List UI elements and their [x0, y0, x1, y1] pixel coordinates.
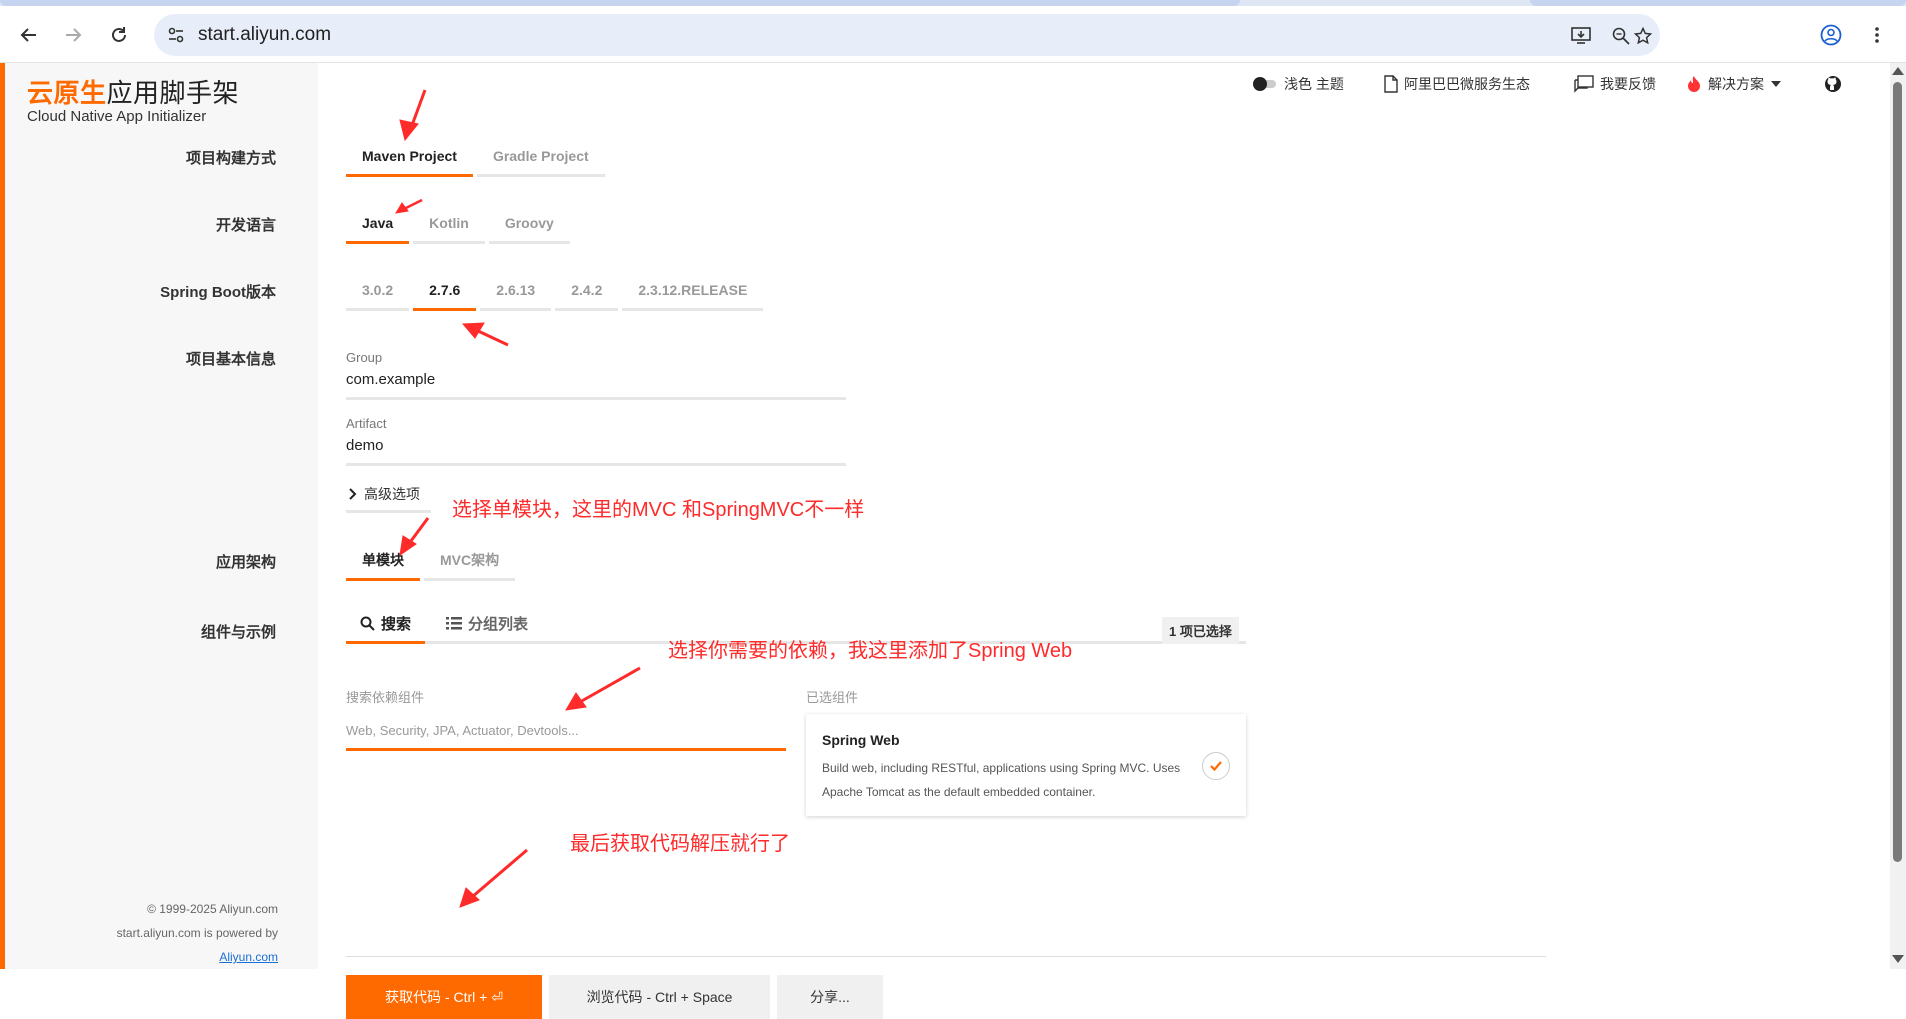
feedback-label: 我要反馈 — [1600, 76, 1656, 92]
zoom-icon[interactable] — [1610, 25, 1632, 47]
site-info-icon[interactable] — [166, 25, 186, 45]
tab-boot-242[interactable]: 2.4.2 — [555, 272, 619, 311]
tab-boot-2613[interactable]: 2.6.13 — [480, 272, 552, 311]
footer-copyright: © 1999-2025 Aliyun.com — [147, 902, 278, 916]
search-icon — [360, 616, 375, 631]
tab-maven[interactable]: Maven Project — [346, 138, 473, 177]
group-value[interactable]: com.example — [346, 371, 846, 400]
tab-boot-276[interactable]: 2.7.6 — [413, 272, 477, 311]
scroll-down-arrow[interactable] — [1892, 955, 1904, 963]
group-label: Group — [346, 350, 383, 365]
tab-grouped-label: 分组列表 — [468, 615, 529, 633]
annotation-deps: 选择你需要的依赖，我这里添加了Spring Web — [668, 640, 1073, 662]
forward-button[interactable] — [58, 20, 88, 50]
feedback-icon — [1574, 75, 1594, 93]
tab-groovy[interactable]: Groovy — [488, 205, 570, 244]
dependency-name: Spring Web — [822, 732, 900, 748]
tab-search[interactable]: 搜索 — [346, 605, 426, 644]
github-icon — [1825, 76, 1841, 92]
selected-dependency-card[interactable]: Spring Web Build web, including RESTful,… — [806, 714, 1246, 816]
logo-title-rest: 应用脚手架 — [106, 78, 240, 108]
github-link[interactable] — [1824, 73, 1842, 95]
url-text[interactable]: start.aliyun.com — [198, 24, 331, 46]
artifact-field[interactable]: Artifact demo — [346, 416, 846, 466]
tab-grouped-list[interactable]: 分组列表 — [446, 605, 528, 641]
language-tabs: Java Kotlin Groovy — [346, 205, 570, 244]
build-tabs: Maven Project Gradle Project — [346, 138, 605, 177]
bookmark-star-icon[interactable] — [1632, 25, 1654, 47]
feedback-link[interactable]: 我要反馈 — [1574, 73, 1656, 95]
caret-down-icon — [1771, 81, 1781, 87]
annotation-module: 选择单模块，这里的MVC 和SpringMVC不一样 — [452, 499, 865, 521]
browser-menu-icon[interactable] — [1862, 20, 1892, 50]
sidebar: 云原生应用脚手架 Cloud Native App Initializer 项目… — [5, 63, 318, 969]
advanced-label: 高级选项 — [364, 486, 420, 502]
forward-arrow-icon — [66, 28, 82, 42]
back-arrow-icon — [20, 28, 36, 42]
selected-count-badge: 1 项已选择 — [1162, 617, 1239, 644]
back-button[interactable] — [14, 20, 44, 50]
label-language: 开发语言 — [215, 217, 276, 234]
footer-divider — [346, 956, 1546, 957]
tab-boot-2312[interactable]: 2.3.12.RELEASE — [622, 272, 764, 311]
toggle-switch-icon — [1253, 77, 1276, 91]
boot-version-tabs: 3.0.2 2.7.6 2.6.13 2.4.2 2.3.12.RELEASE — [346, 272, 764, 311]
share-button[interactable]: 分享... — [777, 975, 883, 1019]
solutions-menu[interactable]: 解决方案 — [1686, 73, 1782, 95]
tab-mvc-arch[interactable]: MVC架构 — [424, 542, 516, 581]
hot-flame-icon — [1688, 76, 1700, 92]
ecosystem-label: 阿里巴巴微服务生态 — [1404, 76, 1530, 92]
logo-subtitle: Cloud Native App Initializer — [27, 108, 207, 125]
dependency-description: Build web, including RESTful, applicatio… — [822, 761, 1181, 799]
label-basic-info: 项目基本信息 — [185, 351, 276, 368]
label-build: 项目构建方式 — [185, 150, 276, 167]
dependency-search-input[interactable] — [346, 713, 786, 751]
tab-java[interactable]: Java — [346, 205, 410, 244]
chevron-right-icon — [349, 488, 357, 500]
tab-single-module[interactable]: 单模块 — [346, 542, 420, 581]
tab-boot-302[interactable]: 3.0.2 — [346, 272, 410, 311]
page-content: 云原生应用脚手架 Cloud Native App Initializer 项目… — [0, 63, 1906, 1019]
install-app-icon[interactable] — [1570, 25, 1592, 47]
tab-search-label: 搜索 — [381, 615, 412, 633]
address-bar[interactable]: start.aliyun.com — [154, 14, 1660, 56]
annotation-final: 最后获取代码解压就行了 — [570, 833, 790, 855]
label-architecture: 应用架构 — [215, 554, 276, 571]
browse-code-button[interactable]: 浏览代码 - Ctrl + Space — [549, 975, 770, 1019]
footer-link-text[interactable]: Aliyun.com — [219, 950, 278, 964]
get-code-button[interactable]: 获取代码 - Ctrl + ⏎ — [346, 975, 542, 1019]
tab-kotlin[interactable]: Kotlin — [413, 205, 485, 244]
profile-icon[interactable] — [1816, 20, 1846, 50]
logo-title-highlight: 云原生 — [27, 78, 107, 108]
document-icon — [1384, 75, 1398, 93]
artifact-value[interactable]: demo — [346, 437, 846, 466]
logo-title[interactable]: 云原生应用脚手架 — [27, 73, 239, 110]
theme-toggle[interactable]: 浅色 主题 — [1252, 73, 1344, 95]
ecosystem-link[interactable]: 阿里巴巴微服务生态 — [1384, 73, 1530, 95]
label-components: 组件与示例 — [200, 624, 276, 641]
scroll-up-arrow[interactable] — [1892, 67, 1904, 75]
footer-aliyun-link[interactable]: Aliyun.com — [219, 950, 278, 964]
architecture-tabs: 单模块 MVC架构 — [346, 542, 516, 581]
tab-gradle[interactable]: Gradle Project — [476, 138, 605, 177]
dependency-check-button[interactable] — [1202, 752, 1230, 780]
search-label: 搜索依赖组件 — [346, 690, 425, 705]
artifact-label: Artifact — [346, 416, 387, 431]
checkmark-icon — [1210, 761, 1222, 772]
group-field[interactable]: Group com.example — [346, 350, 846, 400]
reload-button[interactable] — [104, 20, 134, 50]
solutions-label: 解决方案 — [1708, 76, 1764, 92]
reload-icon — [112, 27, 126, 42]
list-icon — [446, 616, 462, 629]
theme-label: 浅色 主题 — [1284, 76, 1344, 92]
footer-powered: start.aliyun.com is powered by — [116, 926, 278, 940]
scrollbar-thumb[interactable] — [1893, 82, 1902, 862]
chosen-label: 已选组件 — [806, 690, 859, 705]
label-boot-version: Spring Boot版本 — [160, 284, 276, 301]
advanced-options-toggle[interactable]: 高级选项 — [346, 478, 431, 513]
browser-toolbar: start.aliyun.com — [0, 6, 1906, 63]
